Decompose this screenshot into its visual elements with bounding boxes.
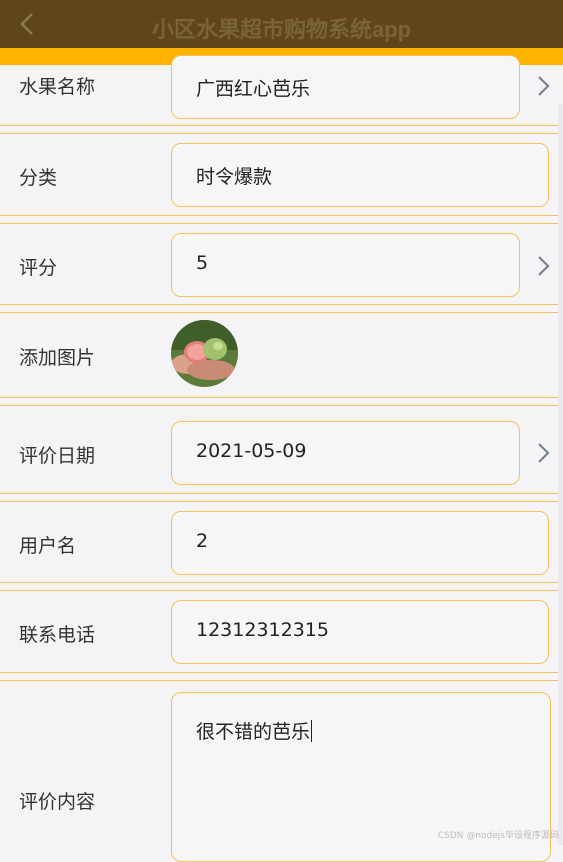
rating-label: 评分 bbox=[19, 257, 58, 279]
content-text: 很不错的芭乐 bbox=[196, 721, 311, 743]
content-label: 评价内容 bbox=[19, 791, 96, 813]
chevron-right-icon[interactable] bbox=[535, 74, 551, 98]
username-value: 2 bbox=[196, 530, 209, 552]
review-date-value: 2021-05-09 bbox=[196, 440, 307, 462]
app-header: 小区水果超市购物系统app bbox=[0, 0, 563, 48]
category-label: 分类 bbox=[19, 167, 58, 189]
image-label: 添加图片 bbox=[19, 347, 96, 369]
fruit-name-field[interactable]: 广西红心芭乐 bbox=[171, 55, 520, 119]
text-caret bbox=[311, 720, 313, 742]
category-field[interactable]: 时令爆款 bbox=[171, 143, 549, 207]
scrollbar[interactable] bbox=[558, 104, 563, 845]
guava-image bbox=[171, 320, 238, 387]
fruit-image-thumbnail[interactable] bbox=[171, 320, 238, 387]
chevron-right-icon[interactable] bbox=[535, 254, 551, 278]
row-divider bbox=[0, 582, 563, 591]
category-value: 时令爆款 bbox=[196, 166, 273, 188]
watermark: CSDN @nodejs毕设程序源码 bbox=[437, 831, 559, 841]
chevron-right-icon[interactable] bbox=[535, 441, 551, 465]
fruit-name-value: 广西红心芭乐 bbox=[196, 78, 311, 100]
fruit-name-label: 水果名称 bbox=[19, 76, 96, 98]
row-divider bbox=[0, 304, 563, 313]
row-divider bbox=[0, 672, 563, 681]
row-divider bbox=[0, 215, 563, 224]
rating-field[interactable]: 5 bbox=[171, 233, 520, 297]
content-value: 很不错的芭乐 bbox=[196, 717, 313, 744]
username-field[interactable]: 2 bbox=[171, 511, 549, 575]
row-divider bbox=[0, 125, 563, 134]
review-date-label: 评价日期 bbox=[19, 445, 96, 467]
phone-label: 联系电话 bbox=[19, 624, 96, 646]
phone-field[interactable]: 12312312315 bbox=[171, 600, 549, 664]
phone-value: 12312312315 bbox=[196, 619, 329, 641]
row-divider bbox=[0, 493, 563, 502]
row-divider bbox=[0, 397, 563, 406]
rating-value: 5 bbox=[196, 252, 209, 274]
username-label: 用户名 bbox=[19, 535, 77, 557]
review-date-field[interactable]: 2021-05-09 bbox=[171, 421, 520, 485]
page-title: 小区水果超市购物系统app bbox=[151, 17, 412, 42]
